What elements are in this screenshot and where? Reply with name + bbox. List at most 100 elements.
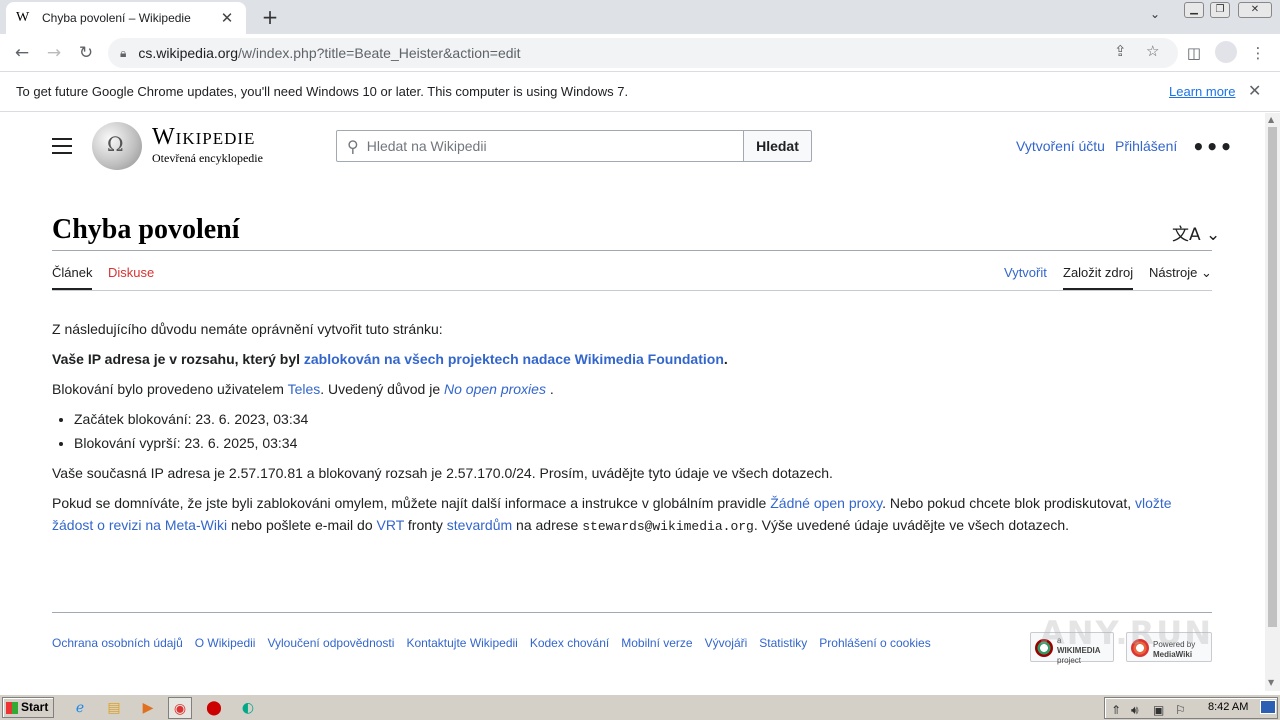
new-tab-button[interactable]: + [258, 5, 282, 29]
media-player-icon[interactable]: ▶ [136, 697, 160, 719]
learn-more-link[interactable]: Learn more [1169, 84, 1235, 99]
url-host: cs.wikipedia.org [138, 45, 238, 61]
show-desktop-icon[interactable] [1260, 700, 1276, 714]
stewards-email: stewards@wikimedia.org [582, 519, 754, 534]
login-link[interactable]: Přihlášení [1115, 138, 1177, 154]
footer-link-disclaimer[interactable]: Vyloučení odpovědnosti [267, 636, 394, 650]
footer-link-about[interactable]: O Wikipedii [195, 636, 256, 650]
blocked-by-prefix: Blokování bylo provedeno uživatelem [52, 381, 288, 397]
tab-close-icon[interactable]: ✕ [218, 9, 236, 27]
current-ip-message: Vaše současná IP adresa je 2.57.170.81 a… [52, 465, 833, 481]
taskbar-clock[interactable]: 8:42 AM [1208, 701, 1248, 713]
appeal-text-1: Pokud se domníváte, že jste byli zabloko… [52, 495, 771, 511]
system-tray: ⇑ 🔊︎ ▣ ⚐ [1104, 697, 1278, 719]
browser-tab[interactable]: W Chyba povolení – Wikipedie ✕ [6, 2, 246, 34]
blocking-user-link[interactable]: Teles [288, 381, 321, 397]
vrt-link[interactable]: VRT [377, 517, 405, 533]
ip-range-suffix: . [723, 351, 728, 367]
block-start-item: Začátek blokování: 23. 6. 2023, 03:34 [74, 408, 1202, 430]
footer-link-developers[interactable]: Vývojáři [705, 636, 748, 650]
scroll-down-icon[interactable]: ▼ [1268, 678, 1274, 687]
tab-article[interactable]: Článek [52, 265, 92, 280]
no-open-proxies-link[interactable]: Žádné open proxy [770, 495, 882, 511]
infobar-close-icon[interactable]: ✕ [1248, 81, 1261, 100]
blocked-by-middle: . Uvedený důvod je [320, 381, 444, 397]
appeal-text-2: . Nebo pokud chcete blok prodiskutovat, [882, 495, 1135, 511]
wikipedia-wordmark[interactable]: Wikipedie [152, 124, 255, 151]
wikipedia-globe-logo[interactable] [92, 122, 142, 170]
footer-link-contact[interactable]: Kontaktujte Wikipedii [406, 636, 517, 650]
volume-icon[interactable]: 🔊︎ [1131, 703, 1139, 718]
network-icon[interactable]: ▣ [1153, 703, 1164, 717]
appeal-text-4: fronty [404, 517, 447, 533]
chrome-update-infobar: To get future Google Chrome updates, you… [0, 72, 1280, 112]
search-input[interactable] [366, 138, 707, 154]
address-bar[interactable]: 🔒︎ cs.wikipedia.org/w/index.php?title=Be… [108, 38, 1178, 68]
tab-create[interactable]: Vytvořit [1004, 265, 1047, 280]
search-icon: ⚲ [347, 136, 359, 156]
action-center-flag-icon[interactable]: ⚐ [1175, 703, 1186, 717]
chevron-down-icon: ⌄ [1201, 265, 1212, 280]
footer-link-statistics[interactable]: Statistiky [759, 636, 807, 650]
appeal-text-3: nebo pošlete e-mail do [227, 517, 377, 533]
chrome-menu-icon[interactable]: ⋮ [1246, 41, 1270, 65]
ip-range-message: Vaše IP adresa je v rozsahu, který byl z… [52, 348, 1202, 370]
vertical-scrollbar[interactable]: ▲ ▼ [1265, 113, 1280, 691]
language-icon[interactable]: 文A ⌄ [1172, 220, 1220, 245]
browser-tabstrip: W Chyba povolení – Wikipedie ✕ + ⌄ ▁ ❐ ✕ [0, 0, 1280, 34]
opera-icon[interactable]: ⬤ [202, 697, 226, 719]
minimize-button[interactable]: ▁ [1184, 2, 1204, 18]
blocked-by-message: Blokování bylo provedeno uživatelem Tele… [52, 378, 1202, 400]
scrollbar-thumb[interactable] [1268, 127, 1277, 627]
intro-text: Z následujícího důvodu nemáte oprávnění … [52, 321, 443, 337]
edge-icon[interactable]: ◐ [236, 697, 260, 719]
personal-tools-more-icon[interactable]: ••• [1192, 135, 1233, 159]
page-title: Chyba povolení [52, 214, 240, 245]
restore-button[interactable]: ❐ [1210, 2, 1230, 18]
search-box: ⚲ [336, 130, 744, 162]
appeal-message: Pokud se domníváte, že jste byli zabloko… [52, 492, 1202, 538]
block-reason-link[interactable]: No open proxies [444, 381, 546, 397]
footer-link-mobile[interactable]: Mobilní verze [621, 636, 692, 650]
appeal-text-5: na adrese [512, 517, 583, 533]
infobar-message: To get future Google Chrome updates, you… [16, 84, 629, 99]
search-button[interactable]: Hledat [743, 130, 812, 162]
bookmark-star-icon[interactable]: ☆ [1146, 42, 1159, 60]
back-arrow-icon[interactable]: ← [10, 41, 34, 65]
tab-search-chevron-icon[interactable]: ⌄ [1150, 7, 1160, 21]
start-button[interactable]: Start [2, 697, 54, 718]
tab-tools[interactable]: Nástroje ⌄ [1149, 265, 1212, 281]
footer-link-cookies[interactable]: Prohlášení o cookies [819, 636, 930, 650]
side-panel-icon[interactable]: ◫ [1182, 41, 1206, 65]
share-icon[interactable]: ⇪ [1114, 42, 1127, 60]
url-path: /w/index.php?title=Beate_Heister&action=… [238, 45, 521, 61]
wikimedia-badge-sub: project [1057, 656, 1082, 665]
tray-expand-icon[interactable]: ⇑ [1111, 703, 1121, 717]
appeal-text-6: . Výše uvedené údaje uvádějte ve všech d… [753, 517, 1070, 533]
file-explorer-icon[interactable]: ▤ [102, 697, 126, 719]
global-block-link[interactable]: zablokován na všech projektech nadace Wi… [304, 351, 724, 367]
windows-taskbar: Start ℯ ▤ ▶ ◉ ⬤ ◐ ⇑ 🔊︎ ▣ ⚐ 8:42 AM [0, 694, 1280, 720]
scroll-up-icon[interactable]: ▲ [1268, 115, 1274, 124]
stewards-link[interactable]: stevardům [447, 517, 512, 533]
anyrun-watermark: ANY.RUN [1040, 614, 1213, 652]
main-menu-icon[interactable] [52, 138, 72, 154]
block-details-list: Začátek blokování: 23. 6. 2023, 03:34 Bl… [74, 408, 1202, 454]
tab-create-source[interactable]: Založit zdroj [1063, 265, 1133, 280]
internet-explorer-icon[interactable]: ℯ [68, 697, 92, 719]
profile-avatar-icon[interactable] [1215, 41, 1237, 63]
windows-flag-icon [6, 702, 18, 714]
footer-divider [52, 612, 1212, 613]
footer-link-privacy[interactable]: Ochrana osobních údajů [52, 636, 183, 650]
chrome-taskbar-icon[interactable]: ◉ [168, 697, 192, 719]
title-divider [52, 250, 1212, 251]
footer-link-code-of-conduct[interactable]: Kodex chování [530, 636, 609, 650]
lock-icon[interactable]: 🔒︎ [120, 46, 126, 61]
forward-arrow-icon[interactable]: → [42, 41, 66, 65]
tab-title: Chyba povolení – Wikipedie [42, 11, 191, 25]
ip-range-prefix: Vaše IP adresa je v rozsahu, který byl [52, 351, 304, 367]
tab-talk[interactable]: Diskuse [108, 265, 154, 280]
reload-icon[interactable]: ↻ [74, 41, 98, 65]
create-account-link[interactable]: Vytvoření účtu [1016, 138, 1105, 154]
window-close-button[interactable]: ✕ [1238, 2, 1272, 18]
